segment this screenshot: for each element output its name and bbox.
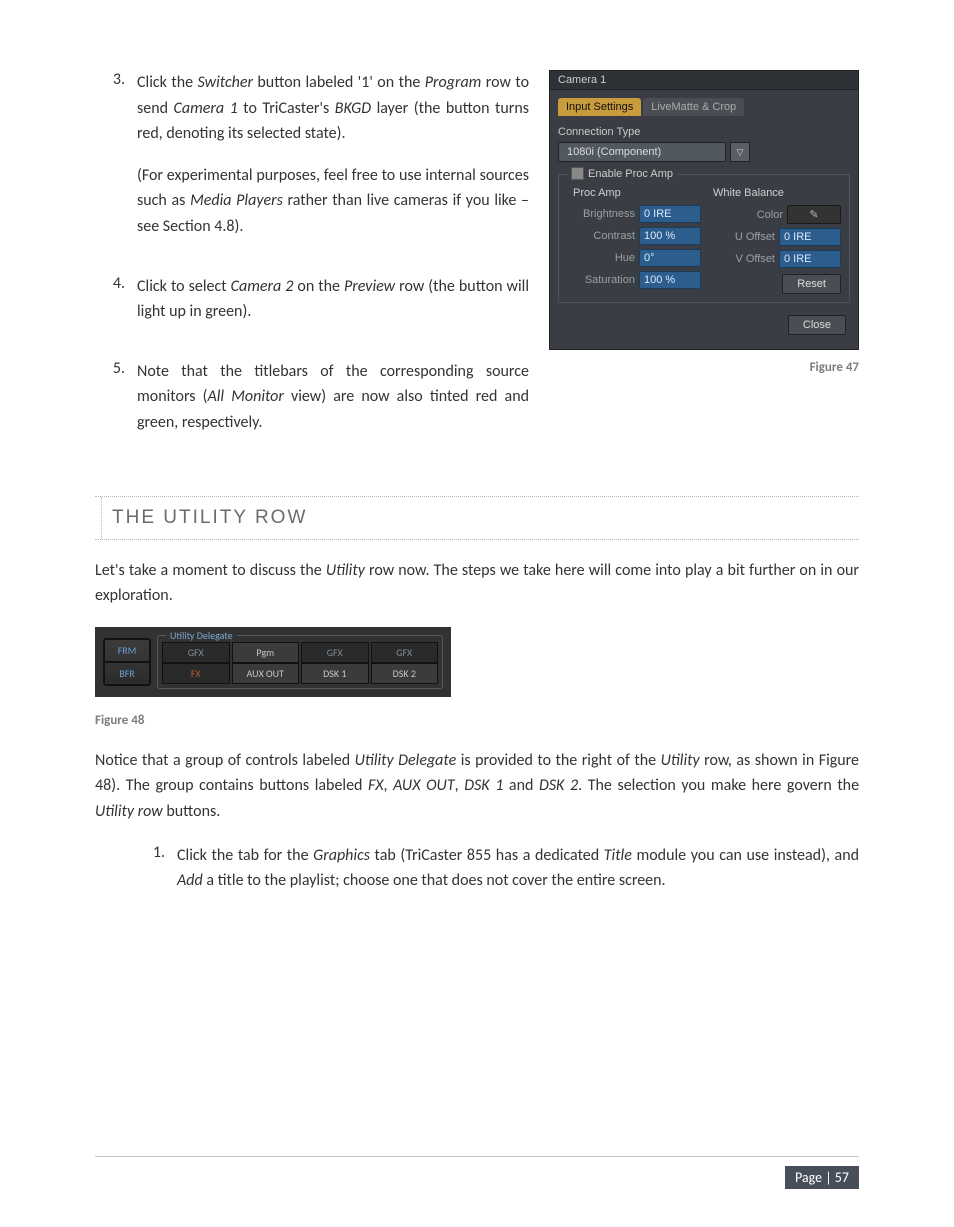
brightness-value[interactable]: 0 IRE — [639, 205, 701, 223]
saturation-label: Saturation — [567, 274, 635, 286]
aux-out-button[interactable]: AUX OUT — [232, 663, 300, 684]
checkbox-icon[interactable] — [571, 167, 584, 180]
chevron-down-icon[interactable]: ▽ — [730, 142, 750, 162]
step-number: 5. — [95, 359, 137, 452]
step-number: 1. — [135, 843, 177, 910]
hue-label: Hue — [567, 252, 635, 264]
white-balance-heading: White Balance — [713, 187, 841, 199]
connection-type-dropdown[interactable]: 1080i (Component) ▽ — [558, 142, 850, 162]
step-4-body: Click to select Camera 2 on the Preview … — [137, 274, 529, 341]
step-number: 3. — [95, 70, 137, 256]
figure-47-caption: Figure 47 — [549, 360, 859, 375]
enable-proc-amp-checkbox[interactable]: Enable Proc Amp — [567, 167, 677, 180]
step-5: 5. Note that the titlebars of the corres… — [95, 359, 529, 452]
footer-rule — [95, 1156, 859, 1157]
section-heading: THE UTILITY ROW — [102, 497, 307, 539]
reset-button[interactable]: Reset — [782, 274, 841, 294]
step-3-body: Click the Switcher button labeled '1' on… — [137, 70, 529, 256]
u-offset-label: U Offset — [707, 231, 775, 243]
step-1-bottom: 1. Click the tab for the Graphics tab (T… — [135, 843, 859, 910]
dialog-titlebar: Camera 1 — [550, 71, 858, 90]
saturation-value[interactable]: 100 % — [639, 271, 701, 289]
utility-delegate-label: Utility Delegate — [166, 629, 237, 642]
tab-livematte-crop[interactable]: LiveMatte & Crop — [643, 98, 744, 116]
bfr-button[interactable]: BFR — [104, 662, 150, 685]
dsk1-button[interactable]: DSK 1 — [301, 663, 369, 684]
gfx-button-3[interactable]: GFX — [371, 642, 439, 663]
utility-row-intro: Let's take a moment to discuss the Utili… — [95, 558, 859, 609]
gfx-button-1[interactable]: GFX — [162, 642, 230, 663]
step-1-bottom-body: Click the tab for the Graphics tab (TriC… — [177, 843, 859, 910]
page-number: Page | 57 — [785, 1166, 859, 1189]
gfx-button-2[interactable]: GFX — [301, 642, 369, 663]
pgm-button[interactable]: Pgm — [232, 642, 300, 663]
utility-delegate-para: Notice that a group of controls labeled … — [95, 748, 859, 825]
tab-input-settings[interactable]: Input Settings — [558, 98, 641, 116]
eyedropper-icon[interactable]: ✎ — [809, 208, 818, 221]
step-number: 4. — [95, 274, 137, 341]
v-offset-label: V Offset — [707, 253, 775, 265]
proc-amp-group: Enable Proc Amp Proc Amp Brightness0 IRE… — [558, 174, 850, 303]
hue-value[interactable]: 0° — [639, 249, 701, 267]
connection-type-label: Connection Type — [558, 126, 850, 138]
step-5-body: Note that the titlebars of the correspon… — [137, 359, 529, 452]
contrast-label: Contrast — [567, 230, 635, 242]
figure-48-caption: Figure 48 — [95, 713, 859, 728]
color-label: Color — [707, 209, 783, 221]
v-offset-value[interactable]: 0 IRE — [779, 250, 841, 268]
frm-button[interactable]: FRM — [104, 639, 150, 662]
camera-settings-dialog: Camera 1 Input Settings LiveMatte & Crop… — [549, 70, 859, 350]
section-heading-row: THE UTILITY ROW — [95, 497, 859, 540]
step-4: 4. Click to select Camera 2 on the Previ… — [95, 274, 529, 341]
color-picker[interactable]: ✎ — [787, 205, 841, 224]
dropdown-value: 1080i (Component) — [558, 142, 726, 162]
fx-button[interactable]: FX — [162, 663, 230, 684]
frm-bfr-buttons: FRM BFR — [103, 638, 151, 686]
close-button[interactable]: Close — [788, 315, 846, 335]
utility-delegate-group: Utility Delegate GFX Pgm GFX GFX FX AUX … — [157, 635, 443, 689]
u-offset-value[interactable]: 0 IRE — [779, 228, 841, 246]
contrast-value[interactable]: 100 % — [639, 227, 701, 245]
brightness-label: Brightness — [567, 208, 635, 220]
tab-bar: Input Settings LiveMatte & Crop — [558, 98, 850, 116]
proc-amp-heading: Proc Amp — [573, 187, 701, 199]
step-3: 3. Click the Switcher button labeled '1'… — [95, 70, 529, 256]
utility-delegate-screenshot: FRM BFR Utility Delegate GFX Pgm GFX GFX… — [95, 627, 451, 697]
dsk2-button[interactable]: DSK 2 — [371, 663, 439, 684]
